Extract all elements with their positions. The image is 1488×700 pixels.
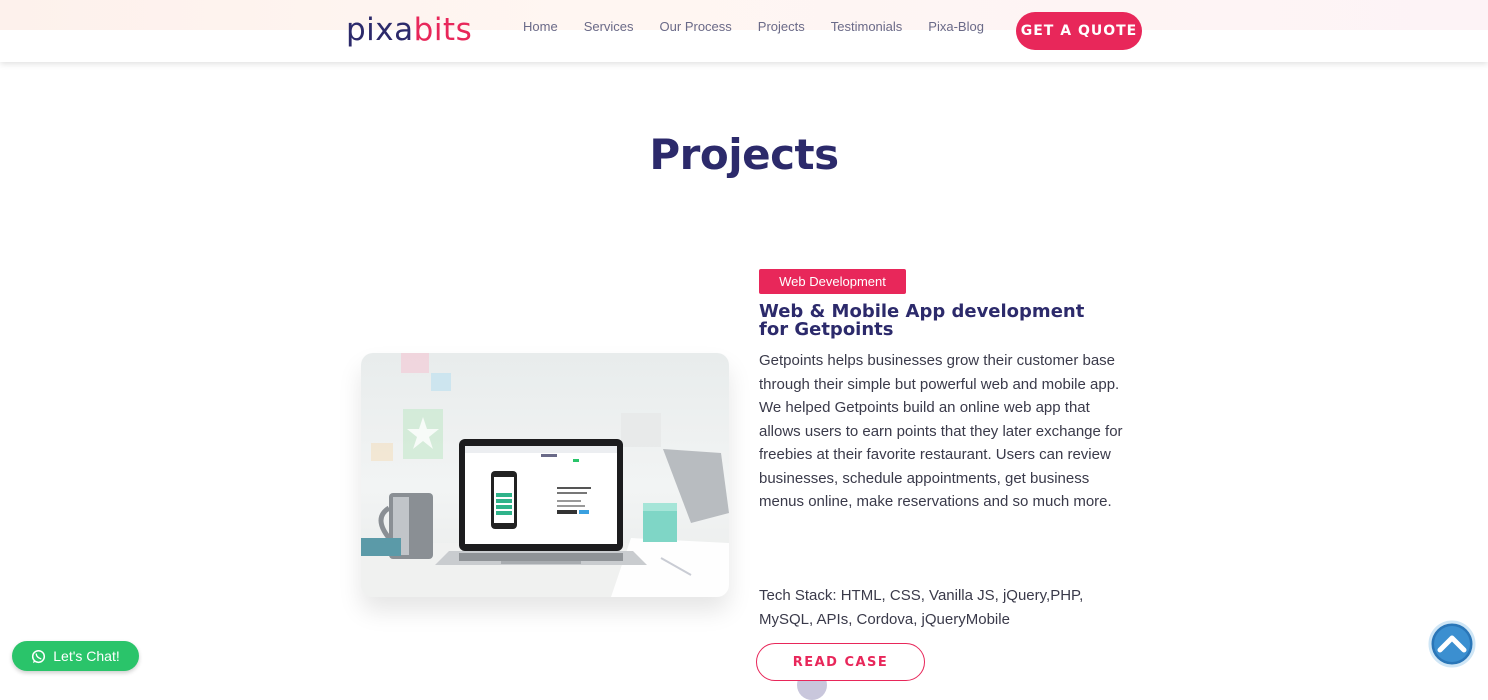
get-a-quote-button[interactable]: GET A QUOTE bbox=[1016, 12, 1142, 50]
category-tag: Web Development bbox=[759, 269, 906, 294]
pixabits-logo[interactable]: pixabits bbox=[346, 10, 472, 50]
nav-home[interactable]: Home bbox=[523, 18, 558, 36]
logo-text-pixa: pixa bbox=[346, 12, 414, 48]
lets-chat-button[interactable]: Let's Chat! bbox=[12, 641, 139, 671]
main-nav: Home Services Our Process Projects Testi… bbox=[523, 18, 1010, 36]
read-case-button[interactable]: READ CASE bbox=[756, 643, 925, 681]
laptop-scene-illustration bbox=[361, 353, 729, 597]
nav-projects[interactable]: Projects bbox=[758, 18, 805, 36]
tech-stack: Tech Stack: HTML, CSS, Vanilla JS, jQuer… bbox=[759, 587, 1084, 628]
nav-pixa-blog[interactable]: Pixa-Blog bbox=[928, 18, 984, 36]
scroll-to-top-icon[interactable] bbox=[1428, 620, 1476, 668]
project-title: Web & Mobile App development for Getpoin… bbox=[759, 301, 1085, 340]
page-title: Projects bbox=[649, 130, 839, 179]
nav-testimonials[interactable]: Testimonials bbox=[831, 18, 903, 36]
logo-text-bits: bits bbox=[413, 12, 473, 48]
site-header: pixabits Home Services Our Process Proje… bbox=[0, 0, 1488, 62]
whatsapp-icon bbox=[31, 649, 46, 664]
nav-services[interactable]: Services bbox=[584, 18, 634, 36]
project-description: Getpoints helps businesses grow their cu… bbox=[759, 352, 1123, 510]
nav-our-process[interactable]: Our Process bbox=[660, 18, 732, 36]
chat-label: Let's Chat! bbox=[53, 648, 120, 664]
laptop-mockup-image bbox=[361, 353, 729, 597]
